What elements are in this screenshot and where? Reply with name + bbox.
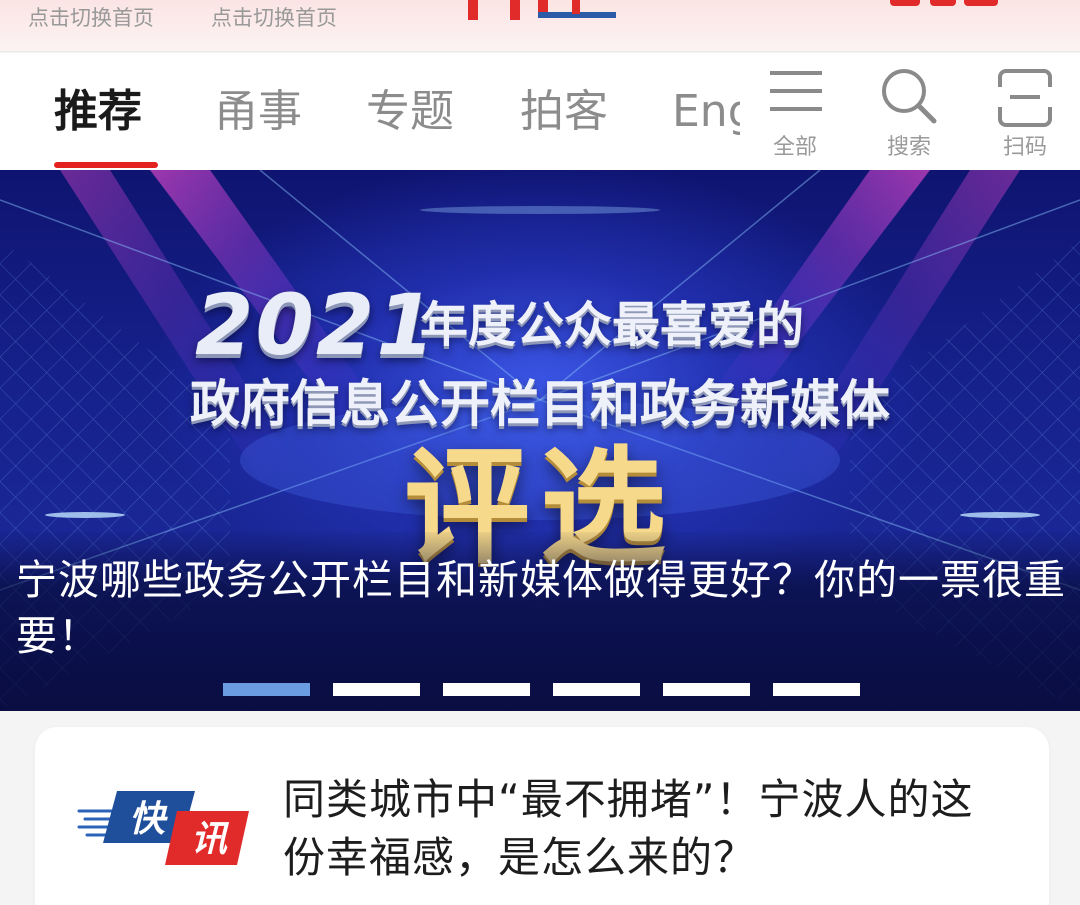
carousel-dot-4[interactable] [553, 683, 640, 696]
all-channels-button[interactable]: 全部 [750, 67, 840, 163]
tab-english[interactable]: English [672, 83, 740, 141]
active-tab-indicator [54, 162, 158, 168]
top-header-strip: 点击切换首页 点击切换首页 [0, 0, 1080, 52]
menu-icon [770, 71, 822, 111]
carousel-dot-6[interactable] [773, 683, 860, 696]
tab-yongshi[interactable]: 甬事 [214, 83, 302, 141]
app-root: 点击切换首页 点击切换首页 推荐 甬事 专题 拍客 English [0, 0, 1080, 905]
poster-year: 2021 [195, 276, 437, 374]
tab-recommend[interactable]: 推荐 [54, 83, 142, 141]
news-title[interactable]: 同类城市中“最不拥堵”！宁波人的这份幸福感，是怎么来的？ [283, 771, 1013, 887]
poster-headline-line2: 政府信息公开栏目和政务新媒体 [190, 375, 890, 433]
header-right-logo[interactable] [890, 0, 1000, 10]
scan-label: 扫码 [1002, 135, 1047, 160]
app-logo [468, 0, 616, 26]
switch-home-link-left[interactable]: 点击切换首页 [28, 2, 154, 32]
channel-tabs-scroll[interactable]: 推荐 甬事 专题 拍客 English [0, 53, 740, 170]
banner-carousel[interactable]: 2021 年度公众最喜爱的 政府信息公开栏目和政务新媒体 评选 宁波哪些政务公开… [0, 170, 1080, 711]
badge-char-1: 快 [129, 799, 168, 840]
badge-char-2: 讯 [191, 819, 230, 860]
tab-paike[interactable]: 拍客 [520, 83, 608, 141]
kuaixun-badge-icon: 快 讯 [77, 791, 249, 865]
carousel-dot-5[interactable] [663, 683, 750, 696]
banner-caption-text[interactable]: 宁波哪些政务公开栏目和新媒体做得更好？你的一票很重要！ [16, 552, 1076, 664]
carousel-dot-2[interactable] [333, 683, 420, 696]
search-button[interactable]: 搜索 [864, 67, 954, 163]
scan-icon [998, 69, 1052, 127]
carousel-dot-1[interactable] [223, 683, 310, 696]
poster-headline-line1: 年度公众最喜爱的 [420, 297, 805, 353]
tab-topics[interactable]: 专题 [366, 83, 454, 141]
news-card[interactable]: 快 讯 同类城市中“最不拥堵”！宁波人的这份幸福感，是怎么来的？ [35, 727, 1049, 905]
search-icon [882, 69, 937, 124]
search-label: 搜索 [886, 135, 931, 160]
scan-button[interactable]: 扫码 [980, 67, 1070, 163]
all-channels-label: 全部 [772, 135, 817, 160]
channel-tab-bar: 推荐 甬事 专题 拍客 English 全部 搜索 [0, 53, 1080, 170]
switch-home-link-right[interactable]: 点击切换首页 [211, 2, 337, 32]
carousel-dot-3[interactable] [443, 683, 530, 696]
